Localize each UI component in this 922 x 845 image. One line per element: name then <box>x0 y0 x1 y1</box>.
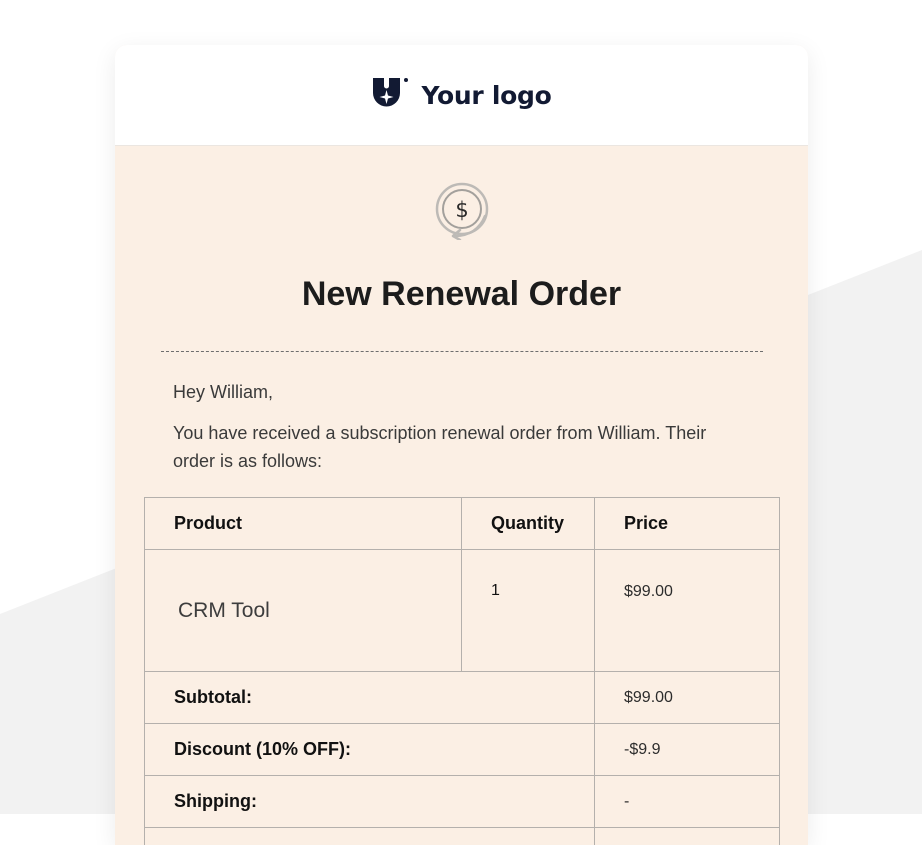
product-name: CRM Tool <box>145 550 462 672</box>
shipping-value: - <box>595 776 780 828</box>
subtotal-label: Subtotal: <box>145 672 595 724</box>
shield-star-icon <box>372 77 410 113</box>
logo-text: Your logo <box>422 81 552 110</box>
summary-value <box>595 828 780 845</box>
logo[interactable]: Your logo <box>372 77 552 113</box>
product-price: $99.00 <box>595 550 780 672</box>
subtotal-value: $99.00 <box>595 672 780 724</box>
discount-row: Discount (10% OFF): -$9.9 <box>145 724 780 776</box>
dashed-divider <box>161 351 763 352</box>
dollar-symbol: $ <box>455 198 468 222</box>
discount-label: Discount (10% OFF): <box>145 724 595 776</box>
column-header-price: Price <box>595 498 780 550</box>
greeting: Hey William, <box>173 382 273 403</box>
order-table: Product Quantity Price CRM Tool 1 $99.00… <box>144 497 780 845</box>
product-quantity: 1 <box>462 550 595 672</box>
summary-label <box>145 828 595 845</box>
email-card: Your logo $ New Renewal Order Hey Willia… <box>115 45 808 845</box>
table-header-row: Product Quantity Price <box>145 498 780 550</box>
shipping-label: Shipping: <box>145 776 595 828</box>
shipping-row: Shipping: - <box>145 776 780 828</box>
intro-text: You have received a subscription renewal… <box>173 419 733 475</box>
email-header: Your logo <box>115 45 808 146</box>
subtotal-row: Subtotal: $99.00 <box>145 672 780 724</box>
column-header-quantity: Quantity <box>462 498 595 550</box>
discount-value: -$9.9 <box>595 724 780 776</box>
table-row: CRM Tool 1 $99.00 <box>145 550 780 672</box>
dollar-renew-icon: $ <box>433 182 491 240</box>
summary-row <box>145 828 780 845</box>
page-title: New Renewal Order <box>115 275 808 314</box>
column-header-product: Product <box>145 498 462 550</box>
